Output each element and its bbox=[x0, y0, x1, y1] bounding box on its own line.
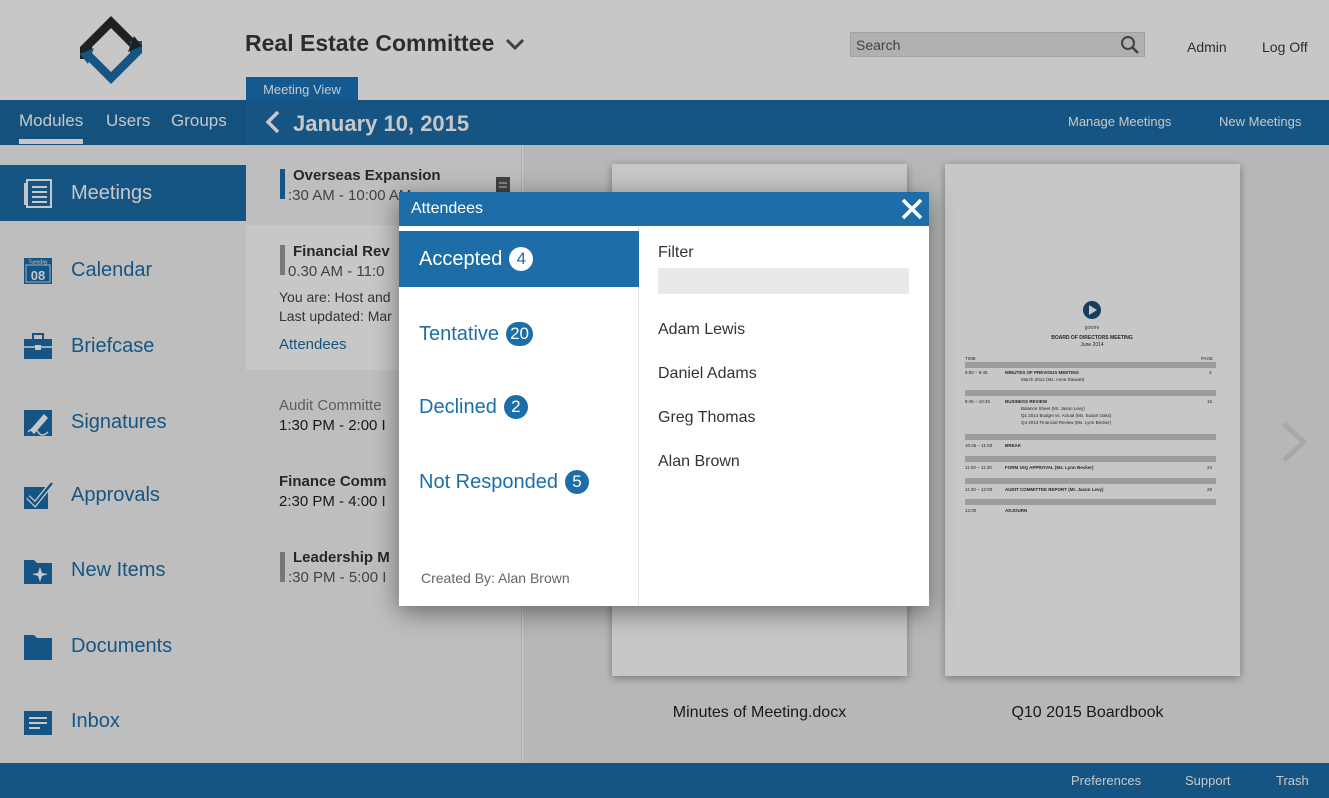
filter-label: Filter bbox=[658, 244, 694, 261]
status-label: Declined bbox=[419, 395, 497, 418]
created-by-text: Created By: Alan Brown bbox=[421, 570, 570, 586]
status-accepted[interactable]: Accepted 4 bbox=[399, 231, 639, 287]
status-count-badge: 2 bbox=[503, 395, 528, 419]
close-icon[interactable] bbox=[899, 196, 925, 222]
status-declined[interactable]: Declined 2 bbox=[399, 379, 639, 435]
filter-input[interactable] bbox=[658, 268, 909, 294]
modal-header: Attendees bbox=[399, 192, 929, 226]
attendee-item[interactable]: Daniel Adams bbox=[658, 365, 757, 383]
status-count-badge: 5 bbox=[564, 470, 589, 494]
status-label: Accepted bbox=[419, 247, 503, 270]
attendee-item[interactable]: Alan Brown bbox=[658, 453, 740, 471]
status-tentative[interactable]: Tentative 20 bbox=[399, 306, 639, 362]
attendee-item[interactable]: Greg Thomas bbox=[658, 409, 756, 427]
status-list: Accepted 4 Tentative 20 Declined 2 Not R… bbox=[399, 226, 639, 606]
attendee-item[interactable]: Adam Lewis bbox=[658, 321, 745, 339]
modal-title: Attendees bbox=[411, 200, 484, 217]
status-label: Tentative bbox=[419, 322, 500, 345]
status-label: Not Responded bbox=[419, 470, 558, 493]
status-count-badge: 20 bbox=[506, 322, 533, 346]
attendees-modal: Attendees Accepted 4 Tentative 20 Declin… bbox=[399, 192, 929, 606]
status-count-badge: 4 bbox=[509, 247, 534, 271]
status-not-responded[interactable]: Not Responded 5 bbox=[399, 454, 639, 510]
